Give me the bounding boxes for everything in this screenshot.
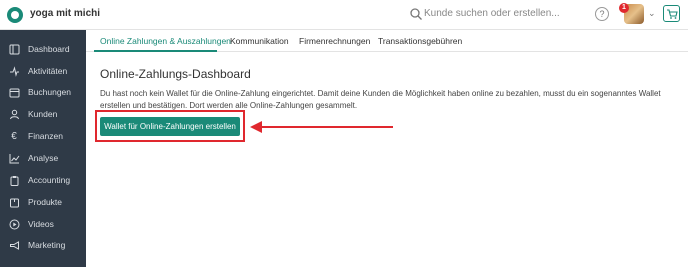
cart-button[interactable] xyxy=(663,5,680,22)
wallet-description: Du hast noch kein Wallet für die Online-… xyxy=(100,89,661,110)
sidebar-item-kunden[interactable]: Kunden xyxy=(0,105,86,123)
play-icon xyxy=(8,218,20,230)
active-tab-indicator xyxy=(94,50,217,52)
sidebar: Dashboard Aktivitäten Buchungen Kunden €… xyxy=(0,30,86,267)
tab-transaktionsgebuehren[interactable]: Transaktionsgebühren xyxy=(378,36,462,46)
help-icon[interactable]: ? xyxy=(595,7,609,21)
box-icon xyxy=(8,196,20,208)
sidebar-item-accounting[interactable]: Accounting xyxy=(0,171,86,189)
sidebar-item-label: Marketing xyxy=(28,240,66,250)
tab-firmenrechnungen[interactable]: Firmenrechnungen xyxy=(299,36,370,46)
notification-badge: 1 xyxy=(619,3,629,13)
sidebar-item-buchungen[interactable]: Buchungen xyxy=(0,83,86,101)
chart-icon xyxy=(8,152,20,164)
user-icon xyxy=(8,108,20,120)
sidebar-item-label: Produkte xyxy=(28,197,63,207)
sidebar-item-label: Buchungen xyxy=(28,87,72,97)
activity-icon xyxy=(8,65,20,77)
sidebar-item-finanzen[interactable]: € Finanzen xyxy=(0,127,86,145)
sidebar-item-label: Kunden xyxy=(28,109,58,119)
tab-bar: Online Zahlungen & Auszahlungen Kommunik… xyxy=(86,30,688,52)
app-logo-icon[interactable] xyxy=(7,7,23,23)
create-wallet-button[interactable]: Wallet für Online-Zahlungen erstellen xyxy=(100,117,240,136)
sidebar-item-analyse[interactable]: Analyse xyxy=(0,149,86,167)
calendar-icon xyxy=(8,86,20,98)
clipboard-icon xyxy=(8,174,20,186)
top-bar: yoga mit michi ⌄ Kunde suchen oder erste… xyxy=(0,0,688,30)
sidebar-item-produkte[interactable]: Produkte xyxy=(0,193,86,211)
cart-icon xyxy=(667,9,678,19)
sidebar-item-label: Aktivitäten xyxy=(28,66,68,76)
search-icon[interactable] xyxy=(409,7,423,21)
tab-kommunikation[interactable]: Kommunikation xyxy=(230,36,289,46)
annotation-arrow-icon xyxy=(250,121,393,133)
tab-online-zahlungen[interactable]: Online Zahlungen & Auszahlungen xyxy=(100,36,231,46)
sidebar-item-label: Accounting xyxy=(28,175,71,185)
euro-icon: € xyxy=(11,130,17,142)
page-title: Online-Zahlungs-Dashboard xyxy=(100,67,251,81)
sidebar-item-dashboard[interactable]: Dashboard xyxy=(0,40,86,58)
sidebar-item-label: Finanzen xyxy=(28,131,63,141)
sidebar-item-label: Dashboard xyxy=(28,44,70,54)
sidebar-item-label: Videos xyxy=(28,219,54,229)
sidebar-item-aktivitaeten[interactable]: Aktivitäten xyxy=(0,62,86,80)
sidebar-item-label: Analyse xyxy=(28,153,59,163)
chevron-down-icon[interactable]: ⌄ xyxy=(85,8,93,19)
search-input[interactable]: Kunde suchen oder erstellen... xyxy=(424,8,560,19)
megaphone-icon xyxy=(8,239,20,251)
chevron-down-icon[interactable]: ⌄ xyxy=(648,8,656,19)
sidebar-item-videos[interactable]: Videos xyxy=(0,215,86,233)
sidebar-item-marketing[interactable]: Marketing xyxy=(0,236,86,254)
home-icon xyxy=(8,43,20,55)
